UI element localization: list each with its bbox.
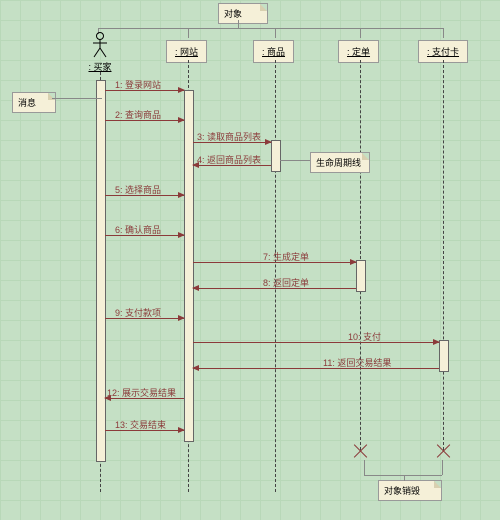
msg-4: 4: 返回商品列表 — [193, 165, 271, 166]
act-buyer — [96, 80, 106, 462]
note-destroy: 对象销毁 — [378, 480, 442, 501]
destroy-icon — [353, 444, 367, 458]
note-objects-text: 对象 — [224, 9, 242, 19]
destroy-icon — [436, 444, 450, 458]
actor-buyer: : 买家 — [82, 32, 118, 73]
msg-3: 3: 读取商品列表 — [193, 142, 271, 143]
msg-12: 12: 展示交易结果 — [105, 398, 184, 399]
msg-6: 6: 确认商品 — [105, 235, 184, 236]
msg-11: 11: 返回交易结果 — [193, 368, 439, 369]
note-message-text: 消息 — [18, 98, 36, 108]
note-objects: 对象 — [218, 3, 268, 24]
msg-8: 8: 返回定单 — [193, 288, 356, 289]
obj-website: : 网站 — [166, 40, 207, 63]
note-destroy-text: 对象销毁 — [384, 486, 420, 496]
act-order — [356, 260, 366, 292]
msg-13: 13: 交易结束 — [105, 430, 184, 431]
obj-product: : 商品 — [253, 40, 294, 63]
lifeline-order — [360, 60, 361, 450]
msg-7: 7: 生成定单 — [193, 262, 356, 263]
note-lifecycle: 生命周期线 — [310, 152, 370, 173]
act-product — [271, 140, 281, 172]
person-icon — [91, 32, 109, 58]
note-lifecycle-text: 生命周期线 — [316, 158, 361, 168]
act-card — [439, 340, 449, 372]
note-message: 消息 — [12, 92, 56, 113]
msg-1: 1: 登录网站 — [105, 90, 184, 91]
obj-order: : 定单 — [338, 40, 379, 63]
msg-2: 2: 查询商品 — [105, 120, 184, 121]
msg-10: 10: 支付 — [193, 342, 439, 343]
lifeline-card — [443, 60, 444, 450]
msg-9: 9: 支付款项 — [105, 318, 184, 319]
msg-5: 5: 选择商品 — [105, 195, 184, 196]
